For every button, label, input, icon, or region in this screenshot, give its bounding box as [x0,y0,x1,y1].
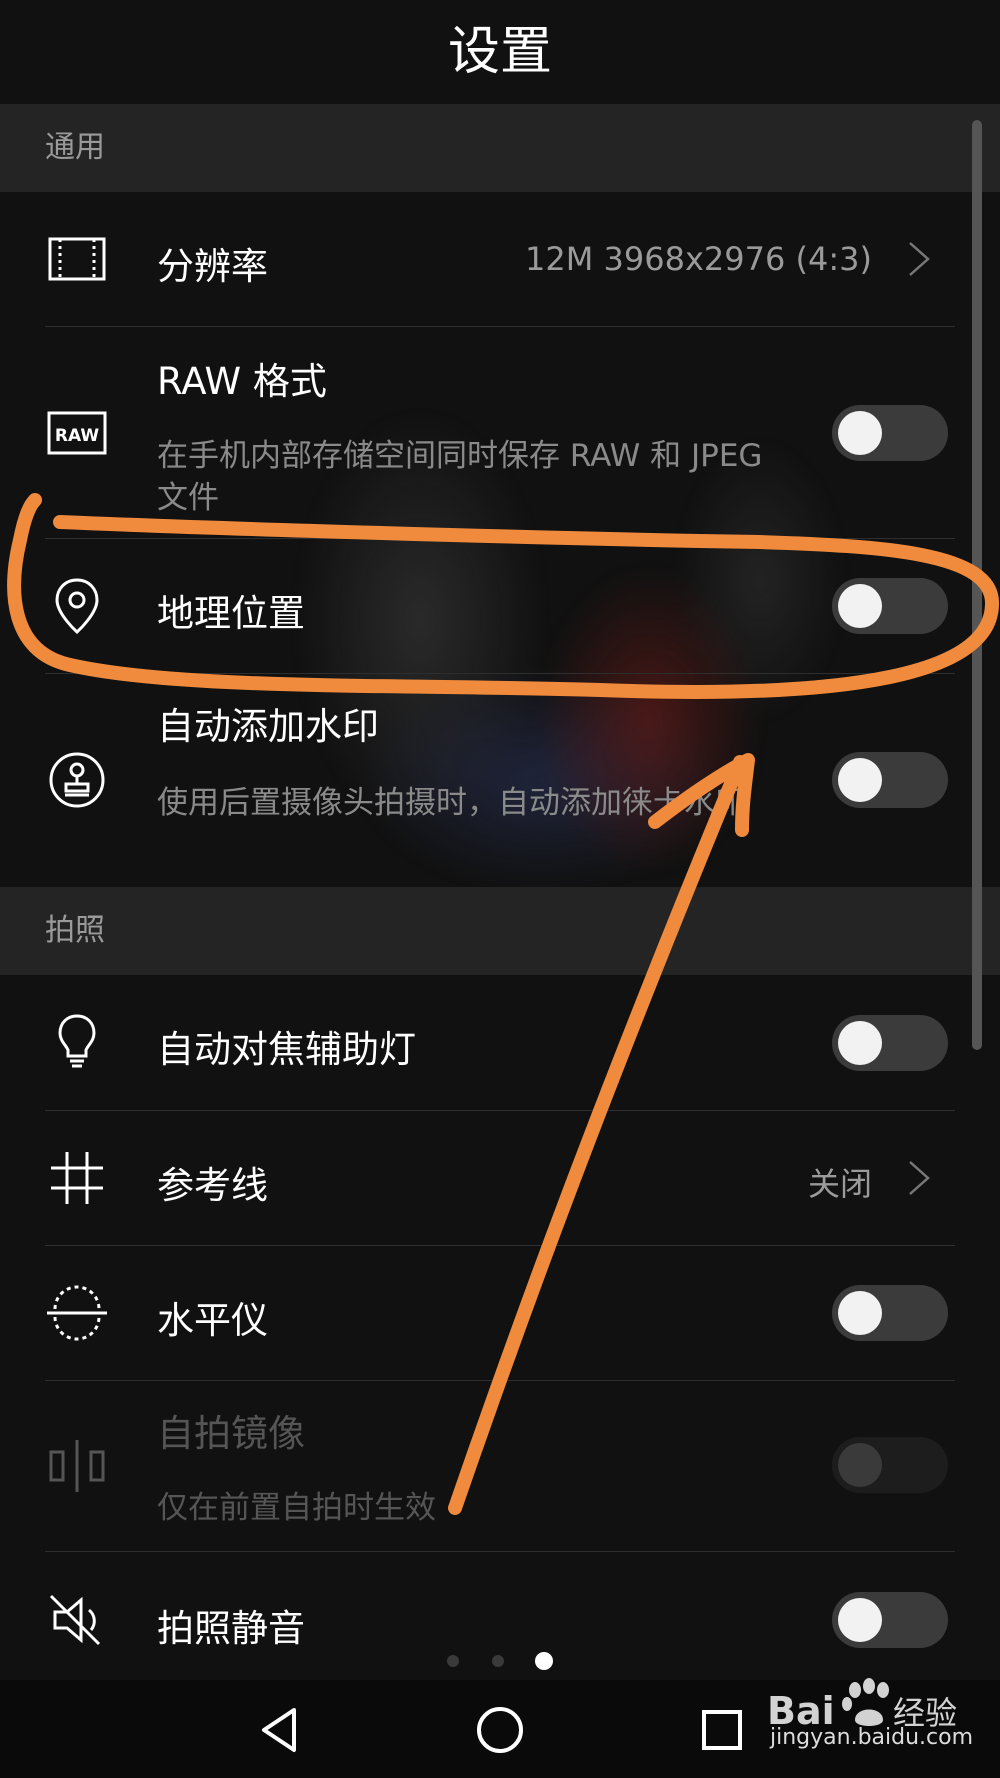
settings-row-mirror: 自拍镜像 仅在前置自拍时生效 [0,1381,1000,1551]
watermark-toggle[interactable] [832,752,948,808]
watermark-label: 自动添加水印 [157,705,379,748]
resolution-frame-icon [48,237,106,281]
settings-row-mute[interactable]: 拍照静音 [0,1552,1000,1662]
section-label-general: 通用 [45,130,105,165]
scrollbar[interactable] [972,120,982,1050]
watermark-subtitle: 使用后置摄像头拍摄时，自动添加徕卡水印 [157,785,746,821]
settings-row-resolution[interactable]: 分辨率 12M 3968x2976 (4:3) [0,192,1000,326]
mirror-subtitle: 仅在前置自拍时生效 [157,1490,436,1526]
watermark-url: jingyan.baidu.com [770,1725,974,1750]
svg-text:RAW: RAW [55,426,99,446]
lightbulb-icon [58,1014,96,1068]
settings-row-grid[interactable]: 参考线 关闭 [0,1111,1000,1245]
toggle-knob [838,1021,882,1065]
page-title: 设置 [447,22,552,82]
grid-icon [51,1152,103,1204]
mute-toggle[interactable] [832,1592,948,1648]
settings-row-level[interactable]: 水平仪 [0,1246,1000,1380]
mirror-toggle [832,1437,948,1493]
grid-value: 关闭 [807,1165,872,1203]
chevron-right-icon [909,242,930,276]
location-pin-icon [55,578,99,635]
page-dot [447,1655,459,1667]
toggle-knob [838,758,882,802]
settings-row-raw[interactable]: RAW RAW 格式 在手机内部存储空间同时保存 RAW 和 JPEG 文件 [0,327,1000,538]
home-circle-icon[interactable] [470,1700,530,1760]
stamp-icon [49,752,105,808]
raw-toggle[interactable] [832,405,948,461]
level-icon [47,1285,107,1341]
chevron-right-icon [909,1161,930,1195]
raw-subtitle: 在手机内部存储空间同时保存 RAW 和 JPEG 文件 [157,438,763,516]
toggle-knob [838,584,882,628]
mute-label: 拍照静音 [157,1607,305,1650]
mirror-label: 自拍镜像 [157,1412,305,1455]
mute-speaker-icon [49,1594,101,1646]
location-toggle[interactable] [832,578,948,634]
toggle-knob [838,1443,882,1487]
section-label-photo: 拍照 [45,913,105,948]
mirror-icon [49,1440,105,1492]
level-label: 水平仪 [157,1299,268,1342]
level-toggle[interactable] [832,1285,948,1341]
af-light-toggle[interactable] [832,1015,948,1071]
location-label: 地理位置 [157,592,305,635]
baidu-watermark-logo: Bai 经验 [767,1678,957,1733]
resolution-value: 12M 3968x2976 (4:3) [525,240,872,278]
raw-icon: RAW [47,411,107,455]
page-dot-active [535,1652,553,1670]
settings-row-af-light[interactable]: 自动对焦辅助灯 [0,975,1000,1110]
toggle-knob [838,411,882,455]
settings-row-watermark[interactable]: 自动添加水印 使用后置摄像头拍摄时，自动添加徕卡水印 [0,674,1000,886]
af-light-label: 自动对焦辅助灯 [157,1028,416,1071]
back-triangle-icon[interactable] [250,1700,310,1760]
recents-square-icon[interactable] [692,1700,752,1760]
page-dot [492,1655,504,1667]
section-header-general: 通用 [0,104,1000,192]
resolution-label: 分辨率 [157,245,268,288]
toggle-knob [838,1291,882,1335]
section-header-photo: 拍照 [0,887,1000,975]
grid-label: 参考线 [157,1164,268,1207]
raw-label: RAW 格式 [157,360,327,403]
settings-row-location[interactable]: 地理位置 [0,539,1000,673]
toggle-knob [838,1598,882,1642]
